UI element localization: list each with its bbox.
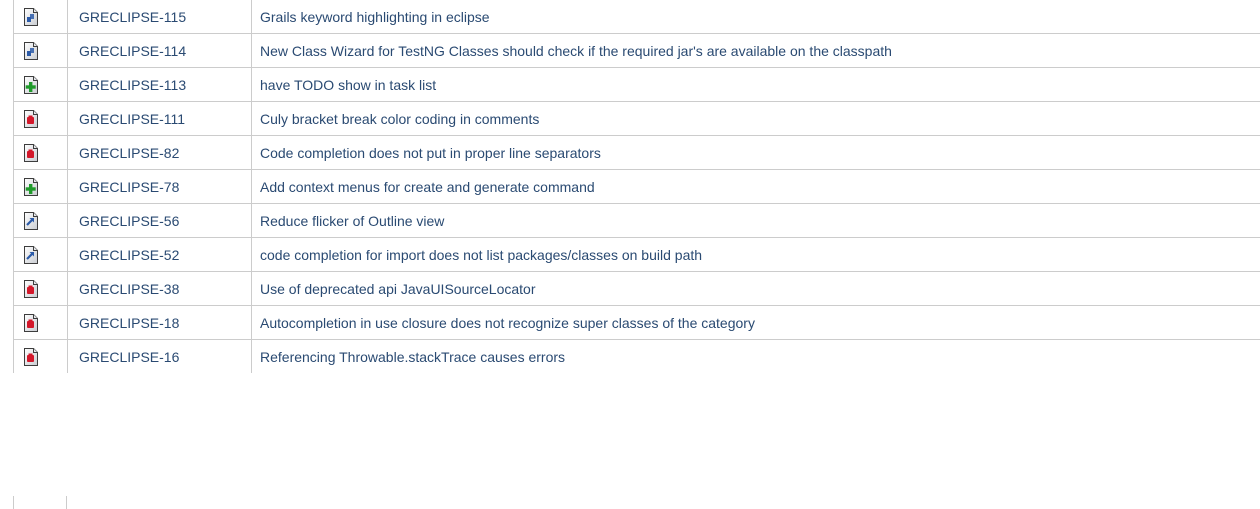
table-column-divider xyxy=(13,496,14,509)
issue-table: GRECLIPSE-115 Grails keyword highlightin… xyxy=(13,0,1260,373)
table-row: GRECLIPSE-38 Use of deprecated api JavaU… xyxy=(13,271,1260,306)
issue-type-cell xyxy=(13,0,68,34)
issue-summary-cell: Referencing Throwable.stackTrace causes … xyxy=(251,339,1260,373)
issue-type-cell xyxy=(13,33,68,68)
table-row: GRECLIPSE-18 Autocompletion in use closu… xyxy=(13,305,1260,340)
issue-key-cell: GRECLIPSE-113 xyxy=(67,67,252,102)
issue-summary-link[interactable]: Add context menus for create and generat… xyxy=(260,179,595,195)
issue-type-cell xyxy=(13,67,68,102)
issue-summary-cell: code completion for import does not list… xyxy=(251,237,1260,272)
issue-key-link[interactable]: GRECLIPSE-114 xyxy=(79,43,186,59)
issue-key-link[interactable]: GRECLIPSE-111 xyxy=(79,111,185,127)
bug-icon[interactable] xyxy=(23,279,39,298)
issue-summary-link[interactable]: New Class Wizard for TestNG Classes shou… xyxy=(260,43,892,59)
issue-key-cell: GRECLIPSE-56 xyxy=(67,203,252,238)
task-icon[interactable] xyxy=(23,41,39,60)
issue-type-cell xyxy=(13,135,68,170)
issue-key-link[interactable]: GRECLIPSE-115 xyxy=(79,9,186,25)
issue-summary-link[interactable]: Use of deprecated api JavaUISourceLocato… xyxy=(260,281,536,297)
issue-key-link[interactable]: GRECLIPSE-52 xyxy=(79,247,179,263)
issue-key-cell: GRECLIPSE-18 xyxy=(67,305,252,340)
issue-summary-cell: New Class Wizard for TestNG Classes shou… xyxy=(251,33,1260,68)
issue-summary-link[interactable]: Grails keyword highlighting in eclipse xyxy=(260,9,490,25)
issue-summary-cell: Code completion does not put in proper l… xyxy=(251,135,1260,170)
issue-key-cell: GRECLIPSE-52 xyxy=(67,237,252,272)
table-row: GRECLIPSE-56 Reduce flicker of Outline v… xyxy=(13,203,1260,238)
issue-type-cell xyxy=(13,305,68,340)
issue-summary-link[interactable]: code completion for import does not list… xyxy=(260,247,702,263)
table-row: GRECLIPSE-82 Code completion does not pu… xyxy=(13,135,1260,170)
issue-summary-cell: Culy bracket break color coding in comme… xyxy=(251,101,1260,136)
issue-type-cell xyxy=(13,271,68,306)
issue-key-cell: GRECLIPSE-115 xyxy=(67,0,252,34)
issue-key-cell: GRECLIPSE-114 xyxy=(67,33,252,68)
issue-key-cell: GRECLIPSE-111 xyxy=(67,101,252,136)
issue-key-cell: GRECLIPSE-78 xyxy=(67,169,252,204)
issue-summary-cell: Reduce flicker of Outline view xyxy=(251,203,1260,238)
issue-key-link[interactable]: GRECLIPSE-18 xyxy=(79,315,179,331)
issue-summary-cell: Add context menus for create and generat… xyxy=(251,169,1260,204)
issue-type-cell xyxy=(13,339,68,373)
issue-summary-link[interactable]: Reduce flicker of Outline view xyxy=(260,213,444,229)
improvement-icon[interactable] xyxy=(23,211,39,230)
table-row: GRECLIPSE-114 New Class Wizard for TestN… xyxy=(13,33,1260,68)
issue-key-cell: GRECLIPSE-38 xyxy=(67,271,252,306)
table-column-divider xyxy=(66,496,67,509)
issue-type-cell xyxy=(13,101,68,136)
issue-key-link[interactable]: GRECLIPSE-16 xyxy=(79,349,179,365)
improvement-icon[interactable] xyxy=(23,245,39,264)
bug-icon[interactable] xyxy=(23,313,39,332)
issue-summary-link[interactable]: Autocompletion in use closure does not r… xyxy=(260,315,755,331)
issue-key-cell: GRECLIPSE-16 xyxy=(67,339,252,373)
task-icon[interactable] xyxy=(23,7,39,26)
issue-key-link[interactable]: GRECLIPSE-113 xyxy=(79,77,186,93)
issue-type-cell xyxy=(13,169,68,204)
issue-table-body: GRECLIPSE-115 Grails keyword highlightin… xyxy=(13,0,1260,373)
issue-key-cell: GRECLIPSE-82 xyxy=(67,135,252,170)
issue-type-cell xyxy=(13,203,68,238)
table-row: GRECLIPSE-115 Grails keyword highlightin… xyxy=(13,0,1260,34)
table-row: GRECLIPSE-52 code completion for import … xyxy=(13,237,1260,272)
issue-summary-cell: Grails keyword highlighting in eclipse xyxy=(251,0,1260,34)
issue-summary-link[interactable]: Code completion does not put in proper l… xyxy=(260,145,601,161)
new-feature-icon[interactable] xyxy=(23,177,39,196)
bug-icon[interactable] xyxy=(23,143,39,162)
issue-summary-link[interactable]: Referencing Throwable.stackTrace causes … xyxy=(260,349,565,365)
issue-summary-cell: Use of deprecated api JavaUISourceLocato… xyxy=(251,271,1260,306)
table-row: GRECLIPSE-16 Referencing Throwable.stack… xyxy=(13,339,1260,373)
issue-key-link[interactable]: GRECLIPSE-38 xyxy=(79,281,179,297)
table-row: GRECLIPSE-78 Add context menus for creat… xyxy=(13,169,1260,204)
issue-key-link[interactable]: GRECLIPSE-56 xyxy=(79,213,179,229)
issue-key-link[interactable]: GRECLIPSE-78 xyxy=(79,179,179,195)
new-feature-icon[interactable] xyxy=(23,75,39,94)
bug-icon[interactable] xyxy=(23,347,39,366)
table-row: GRECLIPSE-111 Culy bracket break color c… xyxy=(13,101,1260,136)
issue-summary-cell: Autocompletion in use closure does not r… xyxy=(251,305,1260,340)
issue-key-link[interactable]: GRECLIPSE-82 xyxy=(79,145,179,161)
issue-summary-link[interactable]: have TODO show in task list xyxy=(260,77,436,93)
bug-icon[interactable] xyxy=(23,109,39,128)
issue-type-cell xyxy=(13,237,68,272)
table-row: GRECLIPSE-113 have TODO show in task lis… xyxy=(13,67,1260,102)
issue-summary-cell: have TODO show in task list xyxy=(251,67,1260,102)
issue-summary-link[interactable]: Culy bracket break color coding in comme… xyxy=(260,111,539,127)
